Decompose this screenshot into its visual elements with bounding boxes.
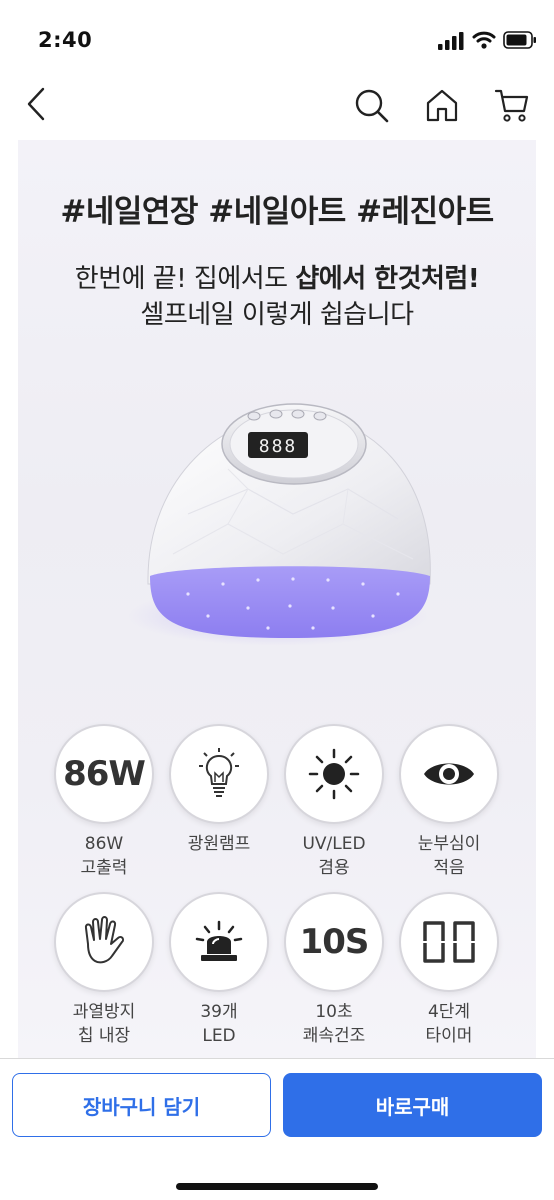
feature-10s-text: 10S xyxy=(299,922,370,962)
back-chevron-icon xyxy=(27,87,45,121)
nail-lamp-image: 888 xyxy=(128,403,431,646)
search-button[interactable] xyxy=(349,83,393,127)
search-icon xyxy=(355,89,389,123)
status-bar: 2:40 xyxy=(0,0,554,70)
feature-label: 겸용 xyxy=(318,858,350,878)
subline: 셀프네일 이렇게 쉽습니다 xyxy=(140,300,414,330)
feature-10s: 10S 10초쾌속건조 xyxy=(284,892,384,1048)
bottom-divider xyxy=(0,1058,554,1059)
feature-label: 칩 내장 xyxy=(77,1026,131,1046)
lamp-display: 888 xyxy=(259,436,298,457)
nav-bar xyxy=(0,70,554,140)
feature-label: UV/LED xyxy=(302,834,366,854)
feature-39-led-circle xyxy=(169,892,269,992)
feature-10s-circle: 10S xyxy=(284,892,384,992)
cart-button[interactable] xyxy=(490,83,534,127)
feature-eye-circle xyxy=(399,724,499,824)
product-banner: #네일연장 #네일아트 #레진아트 한번에 끝! 집에서도 샵에서 한것처럼! … xyxy=(18,140,536,1058)
hand-icon xyxy=(84,916,125,964)
feature-label: 적음 xyxy=(433,858,465,878)
feature-86w-text: 86W xyxy=(63,754,146,794)
feature-label: 39개 xyxy=(200,1002,238,1022)
headline-bold: 샵에서 한것처럼! xyxy=(295,264,480,294)
feature-uv-led: UV/LED 겸용 xyxy=(284,724,384,880)
feature-label: 광원램프 xyxy=(187,834,251,854)
feature-label: 눈부심이 xyxy=(417,834,481,854)
feature-label: 10초 xyxy=(315,1002,353,1022)
status-time: 2:40 xyxy=(38,28,93,52)
home-button[interactable] xyxy=(420,83,464,127)
eye-icon xyxy=(424,763,474,785)
wifi-icon xyxy=(472,31,496,49)
signal-icon xyxy=(438,32,464,50)
feature-uv-led-circle xyxy=(284,724,384,824)
feature-overheat-circle xyxy=(54,892,154,992)
headline-plain: 한번에 끝! 집에서도 xyxy=(74,264,296,294)
feature-overheat: 과열방지칩 내장 xyxy=(54,892,154,1048)
feature-label: LED xyxy=(202,1026,236,1046)
feature-86w: 86W 86W 고출력 xyxy=(54,724,154,880)
feature-label: 쾌속건조 xyxy=(302,1026,366,1046)
feature-86w-circle: 86W xyxy=(54,724,154,824)
feature-bulb: 광원램프 xyxy=(169,724,269,856)
home-icon xyxy=(426,89,458,122)
back-button[interactable] xyxy=(14,82,58,126)
feature-eye: 눈부심이적음 xyxy=(399,724,499,880)
feature-label: 86W xyxy=(84,834,124,854)
feature-label: 타이머 xyxy=(425,1026,473,1046)
cart-icon xyxy=(494,89,529,122)
headline: 한번에 끝! 집에서도 샵에서 한것처럼! xyxy=(18,258,536,295)
feature-label: 고출력 xyxy=(80,858,128,878)
battery-icon xyxy=(503,31,536,49)
feature-label: 4단계 xyxy=(427,1002,471,1022)
sun-icon xyxy=(308,748,360,800)
hashtags: #네일연장 #네일아트 #레진아트 xyxy=(60,194,494,230)
feature-timer: 4단계타이머 xyxy=(399,892,499,1048)
siren-icon xyxy=(195,920,243,961)
bulb-icon xyxy=(199,748,239,797)
feature-bulb-circle xyxy=(169,724,269,824)
home-indicator[interactable] xyxy=(176,1183,378,1190)
buy-now-button[interactable]: 바로구매 xyxy=(283,1073,542,1137)
feature-label: 과열방지 xyxy=(72,1002,136,1022)
timer-display-icon xyxy=(422,921,476,963)
feature-39-led: 39개 LED xyxy=(169,892,269,1048)
add-to-cart-button[interactable]: 장바구니 담기 xyxy=(12,1073,271,1137)
feature-timer-circle xyxy=(399,892,499,992)
